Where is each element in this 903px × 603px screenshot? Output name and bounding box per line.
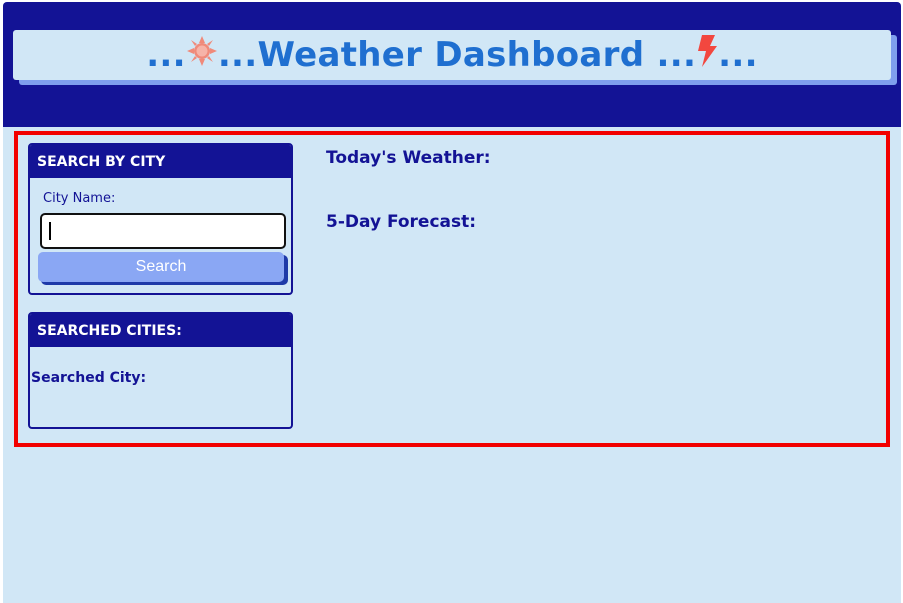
search-panel: SEARCH BY CITY City Name: Search bbox=[28, 143, 293, 295]
title-prefix: ... bbox=[146, 35, 186, 75]
page: ... ... Weather Dashboard ... ... bbox=[3, 2, 901, 603]
title-text-middle: ... bbox=[217, 35, 258, 75]
five-day-forecast-heading: 5-Day Forecast: bbox=[326, 212, 477, 232]
searched-city-label: Searched City: bbox=[31, 370, 147, 386]
lightning-bolt-icon bbox=[696, 34, 718, 77]
searched-cities-panel: SEARCHED CITIES: Searched City: bbox=[28, 312, 293, 429]
text-caret bbox=[49, 222, 51, 240]
sun-icon bbox=[186, 35, 218, 76]
page-title: ... ... Weather Dashboard ... ... bbox=[13, 30, 891, 80]
searched-cities-heading: SEARCHED CITIES: bbox=[30, 314, 291, 347]
search-panel-heading: SEARCH BY CITY bbox=[30, 145, 291, 178]
city-search-input[interactable] bbox=[40, 213, 286, 249]
title-text: Weather Dashboard ... bbox=[257, 35, 697, 75]
title-suffix: ... bbox=[718, 35, 758, 75]
city-name-label: City Name: bbox=[43, 191, 116, 206]
todays-weather-heading: Today's Weather: bbox=[326, 148, 491, 168]
search-button[interactable]: Search bbox=[38, 252, 284, 282]
